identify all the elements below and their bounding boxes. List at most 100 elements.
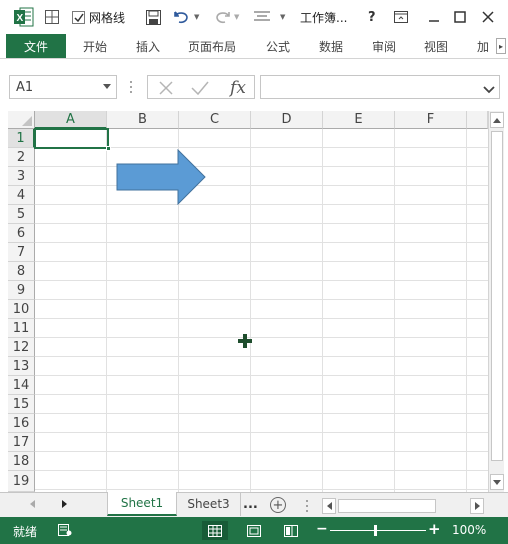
formula-buttons: fx [147,75,255,99]
right-arrow-shape[interactable] [116,148,206,208]
scroll-right-button[interactable] [470,498,484,514]
tab-page-layout[interactable]: 页面布局 [188,34,236,58]
title-bar: X 网格线 ▼ ▼ ▼ 工作簿... ? [0,0,508,34]
insert-function-button[interactable]: fx [226,78,250,98]
row-header[interactable]: 6 [8,224,35,243]
close-icon[interactable] [482,0,494,34]
column-header-partial[interactable] [467,111,488,129]
vertical-scroll-thumb[interactable] [491,131,503,461]
horizontal-scrollbar[interactable] [322,498,484,514]
column-header-d[interactable]: D [251,111,323,129]
page-layout-view-icon[interactable] [241,521,267,540]
sheet-tab-bar: Sheet1 Sheet3 ... + [0,492,508,517]
row-header[interactable]: 13 [8,357,35,376]
customize-qat-icon[interactable]: ▼ [280,0,285,34]
maximize-icon[interactable] [454,0,466,34]
scroll-left-button[interactable] [322,498,336,514]
expand-formula-bar-icon[interactable] [483,83,495,97]
tab-file[interactable]: 文件 [6,34,66,58]
tab-split-handle-icon[interactable] [306,500,308,515]
row-header[interactable]: 3 [8,167,35,186]
redo-icon[interactable] [214,0,230,34]
tab-formulas[interactable]: 公式 [266,34,290,58]
normal-view-icon[interactable] [202,521,228,540]
row-header[interactable]: 12 [8,338,35,357]
column-header-f[interactable]: F [395,111,467,129]
sheet-tab-sheet3[interactable]: Sheet3 [177,492,241,516]
page-break-preview-icon[interactable] [278,521,304,540]
row-header[interactable]: 15 [8,395,35,414]
ribbon-scroll-right-icon[interactable]: ▸ [496,38,506,54]
document-title: 工作簿... [300,10,348,25]
zoom-slider[interactable] [330,530,426,531]
tab-view[interactable]: 视图 [424,34,448,58]
zoom-out-button[interactable]: − [316,521,328,537]
zoom-in-button[interactable]: + [428,520,441,538]
minimize-icon[interactable] [428,0,440,34]
gridlines-icon[interactable] [45,0,59,34]
fill-handle[interactable] [106,146,111,151]
column-header-c[interactable]: C [179,111,251,129]
scroll-down-button[interactable] [490,474,504,490]
ribbon-display-options-icon[interactable] [394,0,408,34]
cancel-icon[interactable] [156,78,176,98]
sheet-tab-sheet1[interactable]: Sheet1 [107,492,177,516]
column-header-a[interactable]: A [35,111,107,129]
row-header[interactable]: 7 [8,243,35,262]
row-header[interactable]: 5 [8,205,35,224]
row-header[interactable]: 9 [8,281,35,300]
row-header[interactable]: 2 [8,148,35,167]
redo-dropdown-icon[interactable]: ▼ [234,0,239,34]
cell-area[interactable] [35,129,488,492]
worksheet-grid[interactable]: A B C D E F 1 2 3 4 5 6 7 8 9 10 11 12 1… [8,111,504,492]
tab-addins[interactable]: 加 [477,34,489,58]
select-all-button[interactable] [8,111,35,129]
undo-dropdown-icon[interactable]: ▼ [194,0,199,34]
row-header[interactable]: 18 [8,452,35,471]
macro-recording-icon[interactable] [58,524,72,539]
zoom-slider-thumb[interactable] [374,525,377,536]
row-header[interactable]: 10 [8,300,35,319]
row-header[interactable]: 4 [8,186,35,205]
new-sheet-button[interactable]: + [270,497,286,513]
undo-icon[interactable] [174,0,190,34]
active-cell-a1[interactable] [34,128,111,151]
status-bar: 就绪 − + 100% [0,517,508,544]
help-button[interactable]: ? [368,0,376,34]
svg-text:X: X [17,13,24,24]
zoom-level[interactable]: 100% [452,523,486,537]
align-icon[interactable] [254,0,270,34]
resize-handle-icon[interactable] [130,81,132,93]
enter-checkmark-icon[interactable] [190,78,210,98]
row-header[interactable]: 1 [8,129,35,148]
row-header[interactable]: 8 [8,262,35,281]
tab-insert[interactable]: 插入 [136,34,160,58]
row-header[interactable]: 11 [8,319,35,338]
tab-review[interactable]: 审阅 [372,34,396,58]
ribbon-tabs: 文件 开始 插入 页面布局 公式 数据 审阅 视图 加 ▸ [0,34,508,59]
save-icon[interactable] [146,0,161,34]
name-box-value: A1 [16,79,34,95]
formula-input[interactable] [260,75,500,99]
row-header[interactable]: 16 [8,414,35,433]
vertical-scrollbar[interactable] [488,111,504,492]
more-sheets-button[interactable]: ... [243,497,258,512]
checkbox[interactable] [72,10,85,24]
row-header[interactable]: 17 [8,433,35,452]
gridlines-checkbox[interactable]: 网格线 [72,0,125,34]
gridlines-label: 网格线 [89,10,126,25]
excel-logo-icon: X [14,7,34,27]
column-header-b[interactable]: B [107,111,179,129]
row-header[interactable]: 19 [8,471,35,492]
status-ready-text: 就绪 [13,525,38,539]
scroll-up-button[interactable] [490,112,504,128]
row-header[interactable]: 14 [8,376,35,395]
tab-home[interactable]: 开始 [83,34,107,58]
name-box[interactable]: A1 [9,75,117,99]
horizontal-scroll-thumb[interactable] [338,499,436,513]
tab-data[interactable]: 数据 [319,34,343,58]
sheet-nav-prev-icon[interactable] [30,500,35,508]
column-header-e[interactable]: E [323,111,395,129]
name-box-dropdown-icon[interactable] [103,84,111,89]
sheet-nav-next-icon[interactable] [62,500,67,508]
